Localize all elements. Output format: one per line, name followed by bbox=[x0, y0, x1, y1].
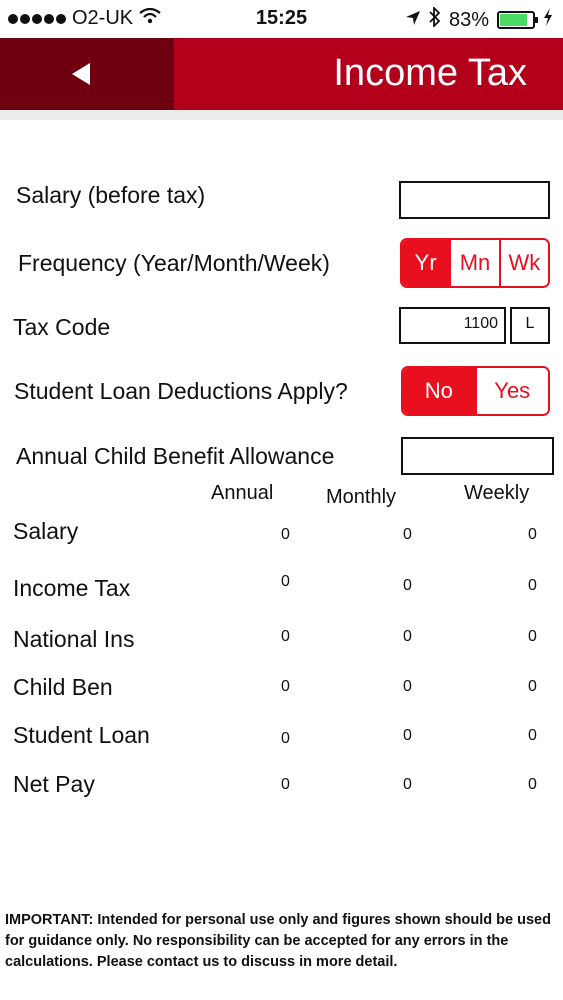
row-label-salary: Salary bbox=[13, 518, 79, 544]
disclaimer-text: IMPORTANT: Intended for personal use onl… bbox=[5, 912, 551, 970]
tax-code-label: Tax Code bbox=[13, 314, 111, 340]
frequency-segmented-control[interactable]: Yr Mn Wk bbox=[400, 238, 550, 288]
back-arrow-icon bbox=[72, 63, 90, 85]
charging-bolt-icon bbox=[543, 8, 553, 32]
nav-header: Income Tax bbox=[0, 38, 563, 110]
salary-label: Salary (before tax) bbox=[16, 182, 206, 208]
income-tax-annual-value: 0 bbox=[281, 573, 290, 590]
salary-input[interactable] bbox=[399, 181, 550, 219]
student-loan-annual-value: 0 bbox=[281, 730, 290, 747]
national-ins-weekly-value: 0 bbox=[528, 628, 537, 645]
bluetooth-icon bbox=[429, 5, 441, 33]
salary-weekly-value: 0 bbox=[528, 526, 537, 543]
student-loan-option-no[interactable]: No bbox=[403, 368, 475, 414]
frequency-option-week[interactable]: Wk bbox=[498, 240, 548, 286]
national-ins-annual-value: 0 bbox=[281, 628, 290, 645]
student-loan-weekly-value: 0 bbox=[528, 727, 537, 744]
column-header-monthly: Monthly bbox=[326, 486, 397, 508]
student-loan-segmented-control[interactable]: No Yes bbox=[401, 366, 550, 416]
column-header-annual: Annual bbox=[211, 482, 274, 504]
child-ben-monthly-value: 0 bbox=[403, 678, 412, 695]
back-button[interactable] bbox=[0, 38, 174, 110]
column-header-weekly: Weekly bbox=[464, 482, 530, 504]
child-ben-annual-value: 0 bbox=[281, 678, 290, 695]
frequency-option-month[interactable]: Mn bbox=[449, 240, 499, 286]
frequency-option-year[interactable]: Yr bbox=[402, 240, 450, 286]
battery-fill bbox=[500, 14, 527, 26]
row-label-net-pay: Net Pay bbox=[13, 771, 95, 797]
student-loan-label: Student Loan Deductions Apply? bbox=[14, 378, 348, 404]
student-loan-option-yes[interactable]: Yes bbox=[474, 368, 548, 414]
location-arrow-icon bbox=[405, 9, 421, 32]
net-pay-annual-value: 0 bbox=[281, 776, 290, 793]
header-divider bbox=[0, 110, 563, 120]
tax-code-letter-input[interactable]: L bbox=[510, 307, 550, 344]
row-label-income-tax: Income Tax bbox=[13, 575, 131, 601]
status-right: 83% bbox=[405, 5, 553, 33]
child-benefit-input[interactable] bbox=[401, 437, 554, 475]
frequency-label: Frequency (Year/Month/Week) bbox=[18, 250, 330, 276]
page-title: Income Tax bbox=[333, 52, 527, 94]
row-label-student-loan: Student Loan bbox=[13, 722, 150, 748]
battery-icon bbox=[497, 11, 538, 29]
net-pay-weekly-value: 0 bbox=[528, 776, 537, 793]
student-loan-monthly-value: 0 bbox=[403, 727, 412, 744]
salary-monthly-value: 0 bbox=[403, 526, 412, 543]
row-label-national-ins: National Ins bbox=[13, 626, 135, 652]
salary-annual-value: 0 bbox=[281, 526, 290, 543]
row-label-child-ben: Child Ben bbox=[13, 674, 113, 700]
battery-percent: 83% bbox=[448, 8, 489, 31]
income-tax-weekly-value: 0 bbox=[528, 577, 537, 594]
net-pay-monthly-value: 0 bbox=[403, 776, 412, 793]
status-bar: O2-UK 15:25 83% bbox=[0, 0, 563, 38]
national-ins-monthly-value: 0 bbox=[403, 628, 412, 645]
income-tax-monthly-value: 0 bbox=[403, 577, 412, 594]
child-ben-weekly-value: 0 bbox=[528, 678, 537, 695]
tax-code-number-input[interactable]: 1100 bbox=[399, 307, 506, 344]
child-benefit-label: Annual Child Benefit Allowance bbox=[16, 443, 335, 469]
